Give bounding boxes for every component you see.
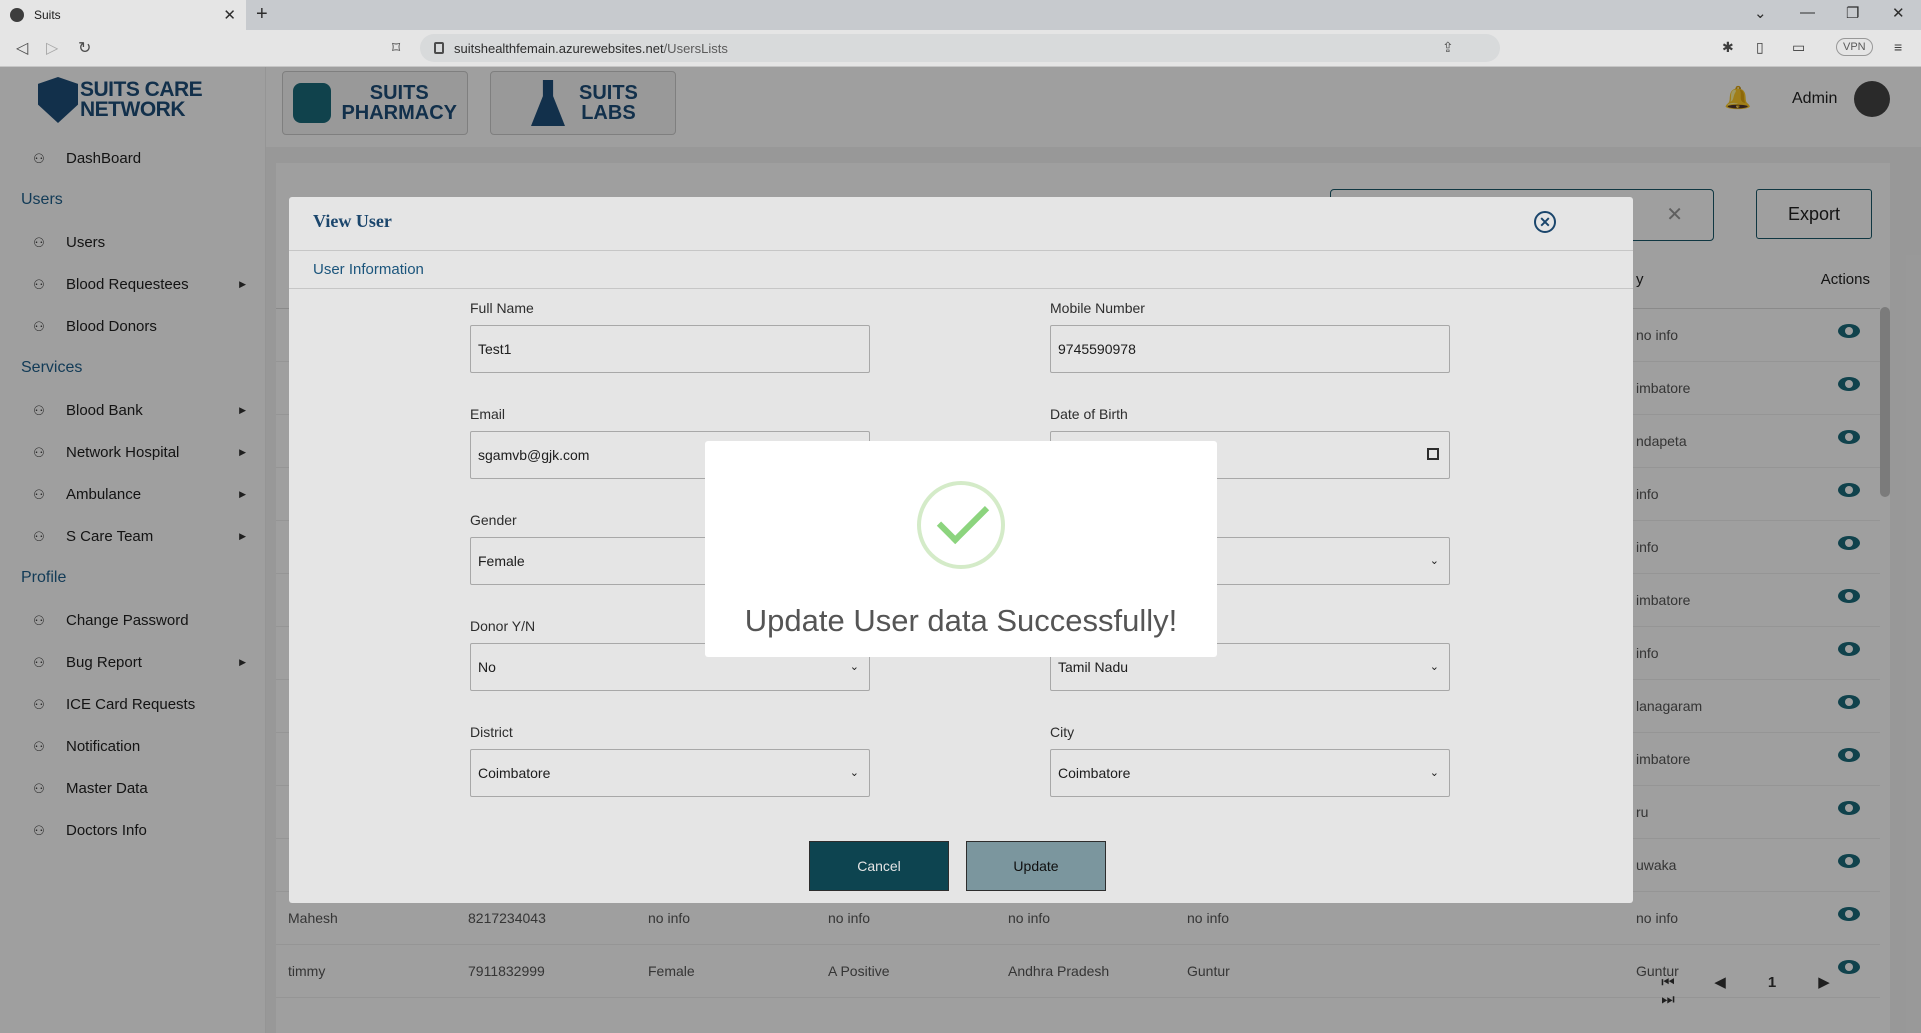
success-check-icon — [917, 481, 1005, 569]
success-message: Update User data Successfully! — [744, 603, 1178, 638]
success-popup: Update User data Successfully! — [705, 441, 1217, 657]
